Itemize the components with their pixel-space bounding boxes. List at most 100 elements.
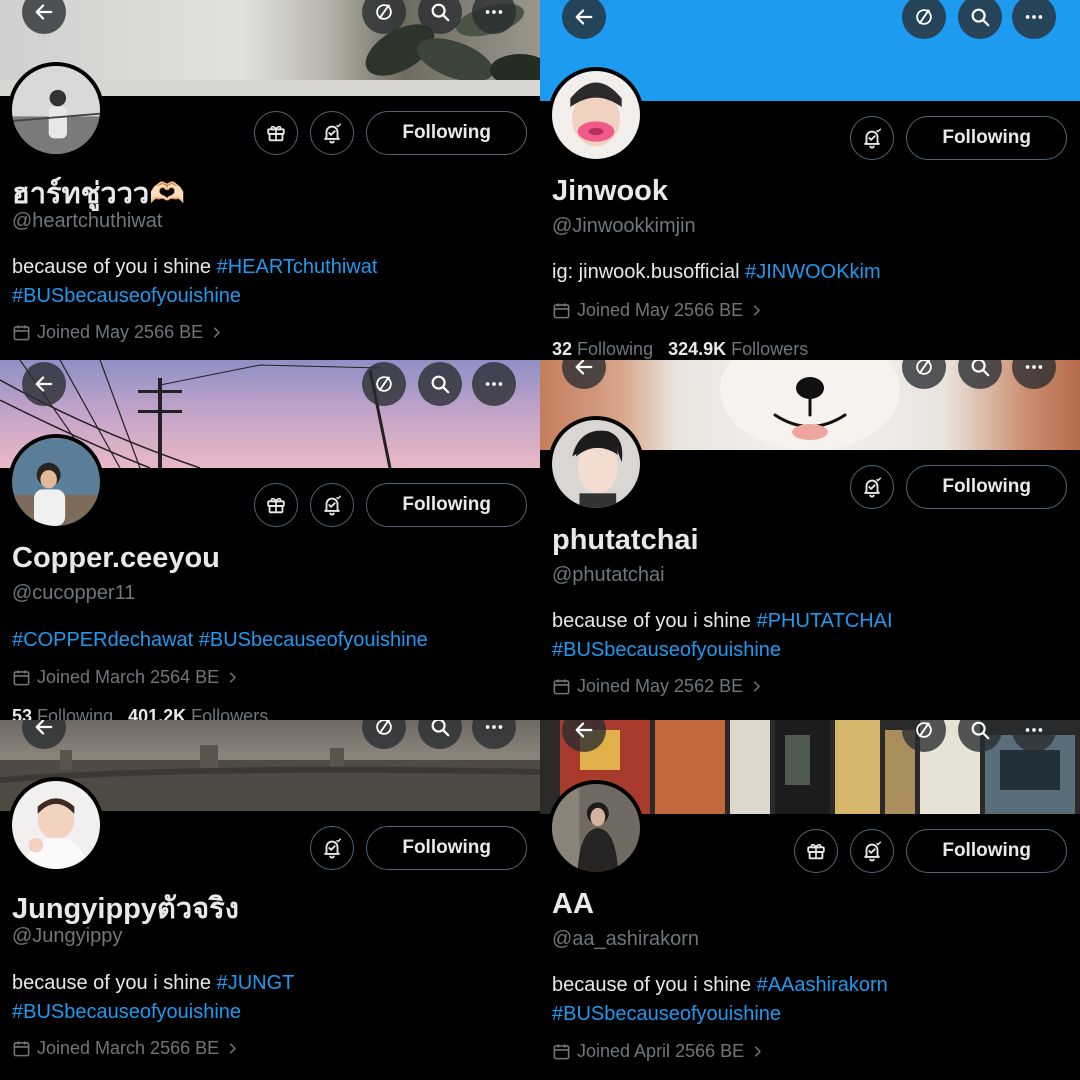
- notifications-button[interactable]: [850, 465, 895, 509]
- display-name: Copper.ceeyou: [12, 542, 220, 574]
- hashtag-link[interactable]: #AAashirakorn: [757, 974, 888, 996]
- bio: ig: jinwook.busofficial #JINWOOKkim: [552, 258, 1072, 287]
- bio-text: because of you i shine: [552, 974, 757, 996]
- gift-button[interactable]: [794, 829, 839, 873]
- joined-date[interactable]: Joined May 2566 BE: [552, 300, 764, 321]
- bell-check-icon: [861, 127, 883, 149]
- hashtag-link[interactable]: #BUSbecauseofyouishine: [199, 629, 428, 651]
- joined-text: Joined April 2566 BE: [577, 1041, 745, 1061]
- hashtag-link[interactable]: #JUNGT: [217, 972, 295, 994]
- avatar-image: [552, 784, 640, 872]
- chevron-right-icon: [225, 670, 240, 685]
- notifications-button[interactable]: [850, 116, 895, 160]
- joined-text: Joined May 2566 BE: [37, 322, 204, 342]
- hashtag-link[interactable]: #BUSbecauseofyouishine: [12, 1001, 241, 1023]
- bio-text: because of you i shine: [552, 610, 757, 632]
- notifications-button[interactable]: [850, 829, 895, 873]
- followers-label: Followers: [731, 339, 809, 359]
- translate-icon: [913, 6, 935, 28]
- translate-button[interactable]: [362, 362, 406, 406]
- back-arrow-icon: [573, 6, 595, 28]
- username: @phutatchai: [552, 564, 665, 586]
- follow-stats: 32 Following 324.9K Followers: [552, 339, 808, 360]
- joined-date[interactable]: Joined April 2566 BE: [552, 1041, 765, 1062]
- avatar[interactable]: [548, 416, 644, 512]
- following-count[interactable]: 53: [12, 706, 32, 720]
- follow-stats: 53 Following 401.2K Followers: [12, 706, 268, 720]
- display-name: phutatchai: [552, 524, 699, 556]
- calendar-icon: [552, 677, 571, 696]
- avatar[interactable]: [548, 780, 644, 876]
- username: @Jungyippy: [12, 925, 123, 947]
- search-button[interactable]: [418, 362, 462, 406]
- bio: because of you i shine #JUNGT #BUSbecaus…: [12, 969, 532, 1027]
- following-label: Following: [37, 706, 114, 720]
- profile-actions: Following: [254, 111, 527, 155]
- translate-icon: [913, 360, 935, 378]
- username: @cucopper11: [12, 582, 136, 604]
- hashtag-link[interactable]: #PHUTATCHAI: [757, 610, 893, 632]
- bell-check-icon: [321, 122, 343, 144]
- profile-actions: Following: [310, 826, 527, 870]
- avatar[interactable]: [8, 434, 104, 530]
- calendar-icon: [12, 668, 31, 687]
- joined-date[interactable]: Joined May 2562 BE: [552, 676, 764, 697]
- followers-count[interactable]: 401.2K: [128, 706, 186, 720]
- username: @heartchuthiwat: [12, 210, 163, 232]
- joined-date[interactable]: Joined March 2564 BE: [12, 667, 240, 688]
- avatar[interactable]: [8, 777, 104, 873]
- avatar[interactable]: [548, 67, 644, 163]
- avatar-image: [552, 71, 640, 159]
- profile-panel-aa: Following AA @aa_ashirakorn because of y…: [540, 720, 1080, 1080]
- back-arrow-icon: [33, 1, 55, 23]
- joined-date[interactable]: Joined March 2566 BE: [12, 1038, 240, 1059]
- followers-count[interactable]: 324.9K: [668, 339, 726, 359]
- following-button[interactable]: Following: [906, 116, 1067, 160]
- bell-check-icon: [861, 476, 883, 498]
- gift-button[interactable]: [254, 111, 299, 155]
- more-button[interactable]: [472, 362, 516, 406]
- back-button[interactable]: [22, 362, 66, 406]
- calendar-icon: [552, 301, 571, 320]
- hashtag-link[interactable]: #COPPERdechawat: [12, 629, 193, 651]
- gift-button[interactable]: [254, 483, 299, 527]
- profile-actions: Following: [794, 829, 1067, 873]
- notifications-button[interactable]: [310, 111, 355, 155]
- search-icon: [969, 360, 991, 378]
- profile-actions: Following: [850, 116, 1067, 160]
- gift-icon: [265, 494, 287, 516]
- bio: because of you i shine #AAashirakorn #BU…: [552, 971, 1072, 1029]
- joined-date[interactable]: Joined May 2566 BE: [12, 322, 224, 343]
- following-label: Following: [577, 339, 654, 359]
- bio-text: ig: jinwook.busofficial: [552, 261, 746, 283]
- display-name: AA: [552, 888, 594, 920]
- bell-check-icon: [321, 494, 343, 516]
- more-icon: [483, 720, 505, 738]
- following-button[interactable]: Following: [366, 111, 527, 155]
- notifications-button[interactable]: [310, 826, 355, 870]
- following-button[interactable]: Following: [366, 826, 527, 870]
- calendar-icon: [12, 323, 31, 342]
- following-button[interactable]: Following: [366, 483, 527, 527]
- chevron-right-icon: [750, 1044, 765, 1059]
- hashtag-link[interactable]: #BUSbecauseofyouishine: [12, 285, 241, 307]
- hashtag-link[interactable]: #JINWOOKkim: [745, 261, 881, 283]
- bio-text: because of you i shine: [12, 972, 217, 994]
- profile-collage: Following ฮาร์ทชู่ววว🫶🏻 @heartchuthiwat …: [0, 0, 1080, 1080]
- profile-panel-jinwook: Following Jinwook @Jinwookkimjin ig: jin…: [540, 0, 1080, 360]
- following-count[interactable]: 32: [552, 339, 572, 359]
- profile-panel-phutatchai: Following phutatchai @phutatchai because…: [540, 360, 1080, 720]
- joined-text: Joined May 2566 BE: [577, 300, 744, 320]
- gift-icon: [805, 840, 827, 862]
- calendar-icon: [552, 1042, 571, 1061]
- hashtag-link[interactable]: #BUSbecauseofyouishine: [552, 1003, 781, 1025]
- following-button[interactable]: Following: [906, 465, 1067, 509]
- search-icon: [969, 720, 991, 741]
- following-button[interactable]: Following: [906, 829, 1067, 873]
- avatar[interactable]: [8, 62, 104, 158]
- avatar-image: [12, 781, 100, 869]
- bell-check-icon: [861, 840, 883, 862]
- hashtag-link[interactable]: #HEARTchuthiwat: [217, 256, 378, 278]
- hashtag-link[interactable]: #BUSbecauseofyouishine: [552, 639, 781, 661]
- notifications-button[interactable]: [310, 483, 355, 527]
